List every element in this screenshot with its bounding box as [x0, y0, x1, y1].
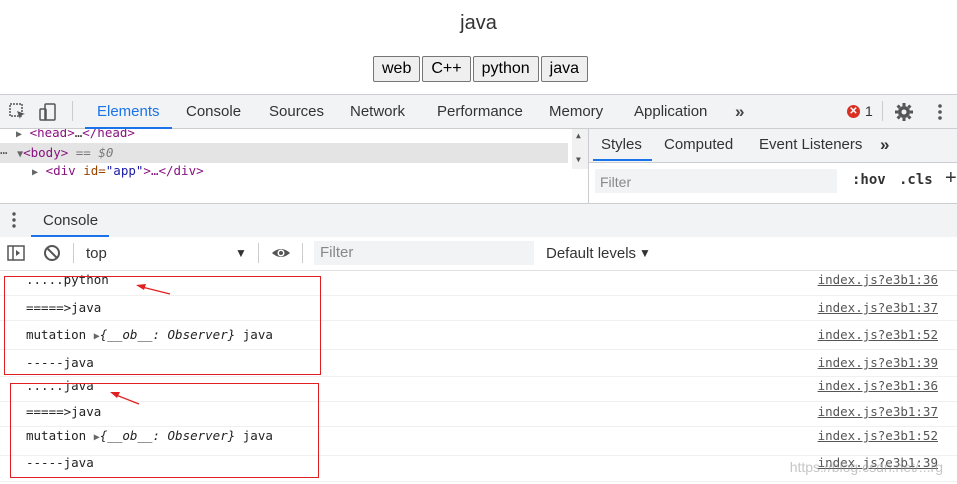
annotation-arrows	[110, 284, 171, 405]
annotation-arrow	[110, 392, 140, 405]
watermark: https://blog.csdn.net/...rg	[789, 459, 943, 475]
annotation-arrow	[136, 284, 171, 295]
